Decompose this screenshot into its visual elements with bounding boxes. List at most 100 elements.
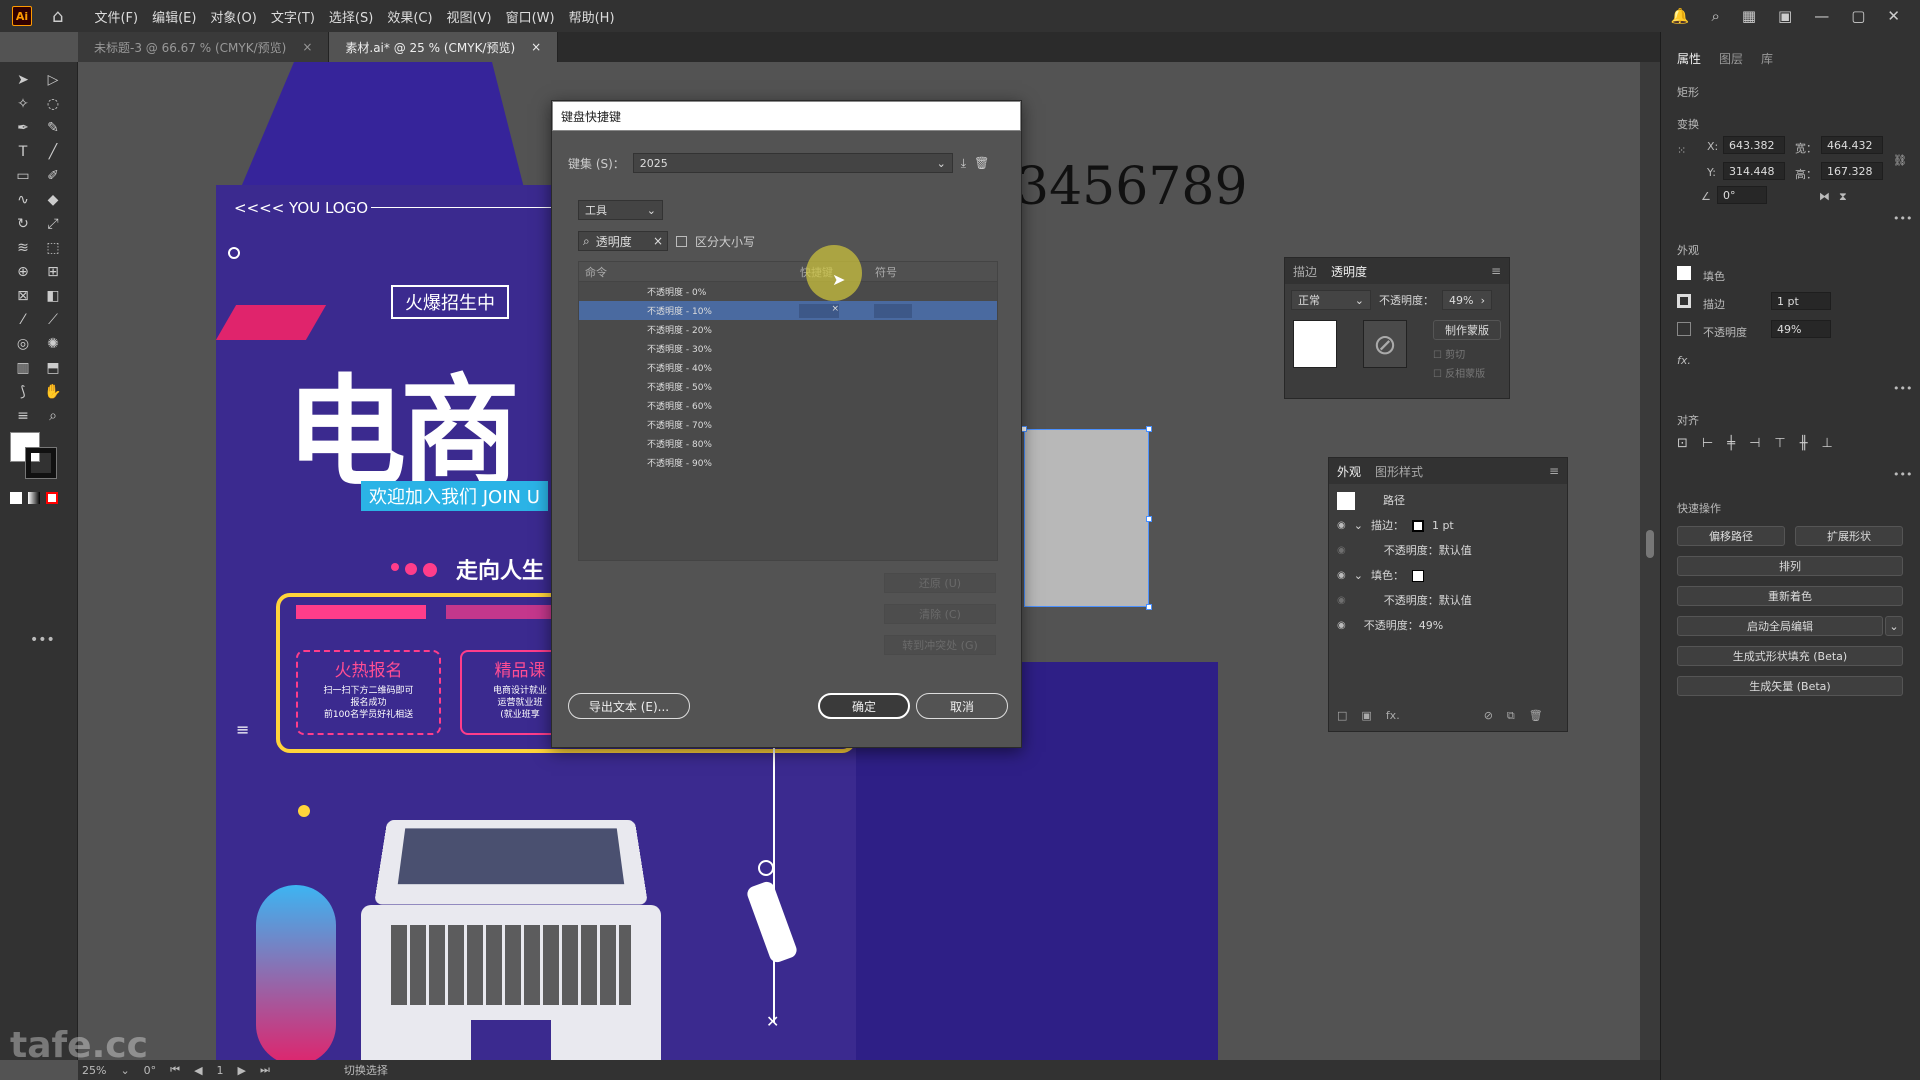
table-row[interactable]: 不透明度 - 50% [579, 377, 997, 396]
shortcut-cell[interactable] [799, 437, 839, 451]
h-input[interactable]: 167.328 [1821, 162, 1883, 180]
symbol-sprayer-icon[interactable]: ✺ [38, 332, 68, 356]
opacity-default-label[interactable]: 不透明度：默认值 [1384, 588, 1472, 613]
more-tools-icon[interactable]: ••• [30, 632, 55, 648]
category-select[interactable]: 工具 ⌄ [578, 200, 663, 220]
gradient-mode-icon[interactable] [28, 492, 40, 504]
blend-mode-select[interactable]: 正常 ⌄ [1291, 290, 1371, 310]
measure-icon[interactable]: ⟋ [38, 308, 68, 332]
menu-file[interactable]: 文件(F) [87, 7, 145, 26]
ok-button[interactable]: 确定 [818, 693, 910, 719]
menu-select[interactable]: 选择(S) [322, 7, 380, 26]
shortcut-cell[interactable] [799, 399, 839, 413]
generative-shape-fill-button[interactable]: 生成式形状填充 (Beta) [1677, 646, 1903, 666]
menu-help[interactable]: 帮助(H) [562, 7, 622, 26]
menu-type[interactable]: 文字(T) [264, 7, 322, 26]
lasso-icon[interactable]: ◌ [38, 92, 68, 116]
offset-path-button[interactable]: 偏移路径 [1677, 526, 1785, 546]
more-options-icon[interactable]: ••• [1893, 468, 1912, 481]
flip-vertical-icon[interactable]: ⧗ [1839, 190, 1847, 204]
expand-shape-button[interactable]: 扩展形状 [1795, 526, 1903, 546]
menu-object[interactable]: 对象(O) [203, 7, 263, 26]
canvas-number-text[interactable]: 3456789 [1016, 157, 1248, 217]
table-row[interactable]: 不透明度 - 70% [579, 415, 997, 434]
angle-input[interactable]: 0° [1717, 186, 1767, 204]
next-page-icon[interactable]: ▶ [238, 1064, 246, 1077]
search-icon[interactable]: ⌕ [1711, 7, 1719, 25]
table-row[interactable]: 不透明度 - 60% [579, 396, 997, 415]
blend-tool-icon[interactable]: ◎ [8, 332, 38, 356]
clear-appearance-icon[interactable]: ⊘ [1484, 709, 1493, 723]
eraser-icon[interactable]: ◆ [38, 188, 68, 212]
opacity-label[interactable]: 不透明度：49% [1364, 613, 1443, 638]
table-row[interactable]: 不透明度 - 90% [579, 453, 997, 472]
none-mode-icon[interactable] [46, 492, 58, 504]
rotate-tool-icon[interactable]: ↻ [8, 212, 38, 236]
symbol-cell[interactable] [874, 323, 912, 337]
shaper-tool-icon[interactable]: ∿ [8, 188, 38, 212]
search-input[interactable]: 透明度 [596, 233, 632, 250]
eyedropper-icon[interactable]: ⁄ [8, 308, 38, 332]
arrange-icon[interactable]: ▦ [1742, 7, 1756, 25]
delete-keyset-icon[interactable]: 🗑 [974, 156, 989, 170]
symbol-cell[interactable] [874, 437, 912, 451]
w-input[interactable]: 464.432 [1821, 136, 1883, 154]
prev-page-icon[interactable]: ◀ [194, 1064, 202, 1077]
stroke-swatch[interactable] [25, 447, 57, 479]
opacity-input[interactable]: 49% › [1442, 290, 1492, 310]
y-input[interactable]: 314.448 [1723, 162, 1785, 180]
shape-builder-icon[interactable]: ⊕ [8, 260, 38, 284]
eye-icon[interactable]: ◉ [1337, 563, 1346, 588]
table-row[interactable]: 不透明度 - 80% [579, 434, 997, 453]
add-stroke-icon[interactable]: □ [1337, 709, 1347, 723]
first-page-icon[interactable]: ⏮ [170, 1063, 180, 1077]
panel-menu-icon[interactable]: ≡ [1549, 464, 1567, 478]
panel-menu-icon[interactable]: ≡ [1491, 264, 1509, 278]
zoom-tool-icon[interactable]: ⌕ [38, 404, 68, 428]
clear-button[interactable]: 清除 (C) [884, 604, 996, 624]
chevron-down-icon[interactable]: ⌄ [1885, 616, 1903, 636]
align-top-icon[interactable]: ⊤ [1774, 436, 1785, 451]
make-mask-button[interactable]: 制作蒙版 [1433, 320, 1501, 340]
symbol-cell[interactable] [874, 303, 912, 318]
shortcut-cell[interactable] [799, 380, 839, 394]
more-options-icon[interactable]: ••• [1893, 212, 1912, 225]
line-tool-icon[interactable]: ╱ [38, 140, 68, 164]
fx-icon[interactable]: fx. [1386, 709, 1400, 723]
save-keyset-icon[interactable]: ⤓ [961, 156, 966, 171]
align-hcenter-icon[interactable]: ╪ [1727, 436, 1735, 451]
slice-tool-icon[interactable]: ⟆ [8, 380, 38, 404]
free-transform-icon[interactable]: ⬚ [38, 236, 68, 260]
mesh-tool-icon[interactable]: ⊠ [8, 284, 38, 308]
generate-vector-button[interactable]: 生成矢量 (Beta) [1677, 676, 1903, 696]
close-icon[interactable]: × [302, 40, 312, 54]
checkbox-box[interactable] [676, 236, 687, 247]
selected-rectangle[interactable] [1021, 426, 1152, 610]
keyset-select[interactable]: 2025 ⌄ [632, 153, 953, 173]
opacity-default-label[interactable]: 不透明度：默认值 [1384, 538, 1472, 563]
type-tool-icon[interactable]: T [8, 140, 38, 164]
bell-icon[interactable]: 🔔 [1671, 7, 1690, 25]
curvature-tool-icon[interactable]: ✎ [38, 116, 68, 140]
chevron-down-icon[interactable]: ⌄ [1354, 513, 1363, 538]
menu-window[interactable]: 窗口(W) [499, 7, 562, 26]
undo-button[interactable]: 还原 (U) [884, 573, 996, 593]
stroke-swatch[interactable] [1411, 519, 1424, 532]
tab-sucai[interactable]: 素材.ai* @ 25 % (CMYK/预览) × [329, 32, 559, 62]
align-to-icon[interactable]: ⊡ [1677, 436, 1688, 451]
eye-icon[interactable]: ◉ [1337, 613, 1346, 638]
workspace-icon[interactable]: ▣ [1778, 7, 1792, 25]
align-bottom-icon[interactable]: ⊥ [1822, 436, 1833, 451]
symbol-cell[interactable] [874, 456, 912, 470]
tab-libraries[interactable]: 库 [1761, 50, 1773, 67]
duplicate-item-icon[interactable]: ⧉ [1507, 709, 1515, 723]
invert-mask-checkbox[interactable]: ☐ 反相蒙版 [1433, 365, 1501, 380]
table-row[interactable]: 不透明度 - 30% [579, 339, 997, 358]
more-options-icon[interactable]: ••• [1893, 382, 1912, 395]
constrain-proportions-icon[interactable]: ⛓ [1893, 154, 1907, 167]
clear-search-icon[interactable]: × [653, 234, 667, 248]
fill-stroke-swatches[interactable] [10, 432, 60, 482]
opacity-input[interactable]: 49% [1771, 320, 1831, 338]
eye-icon[interactable]: ◉ [1337, 538, 1346, 563]
scale-tool-icon[interactable]: ⤢ [38, 212, 68, 236]
